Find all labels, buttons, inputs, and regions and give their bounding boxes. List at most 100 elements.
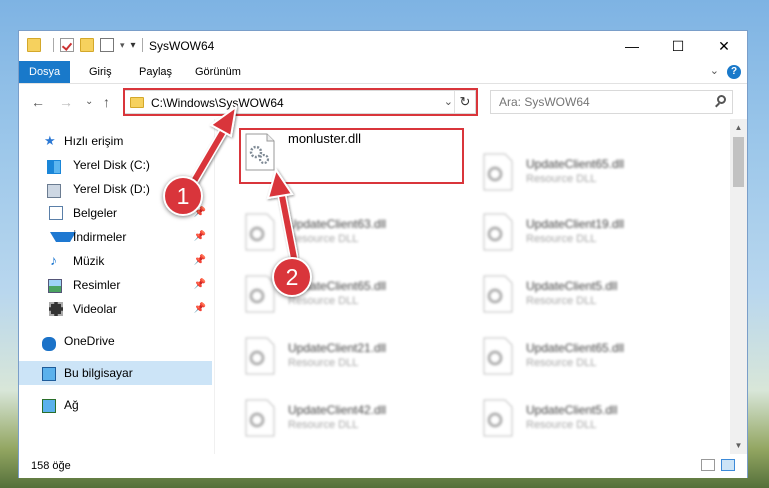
network-icon bbox=[42, 399, 56, 413]
file-item[interactable]: UpdateClient42.dll Resource DLL bbox=[239, 395, 464, 441]
up-arrow-icon[interactable]: ↑ bbox=[103, 94, 110, 110]
folder-icon bbox=[27, 38, 41, 52]
sidebar-item-label: Müzik bbox=[73, 254, 105, 268]
file-name: UpdateClient5.dll bbox=[526, 279, 618, 293]
dll-file-icon bbox=[483, 399, 513, 437]
sidebar-item-label: Hızlı erişim bbox=[64, 134, 124, 148]
search-input[interactable] bbox=[491, 91, 714, 113]
sidebar-item-label: Ağ bbox=[64, 398, 79, 412]
file-type: Resource DLL bbox=[526, 233, 597, 245]
file-name: UpdateClient42.dll bbox=[288, 403, 387, 417]
recent-locations-icon[interactable]: ⌄ bbox=[85, 96, 93, 107]
title-bar: ▾ ▾ SysWOW64 — ☐ ✕ bbox=[19, 31, 747, 61]
dll-file-icon bbox=[483, 213, 513, 251]
file-item[interactable]: UpdateClient65.dll Resource DLL bbox=[477, 149, 702, 195]
navigation-bar: ← → ⌄ ↑ C:\Windows\SysWOW64 ⌄ ↻ bbox=[19, 85, 747, 119]
sidebar-item-pictures[interactable]: Resimler 📌 bbox=[19, 273, 212, 297]
sidebar-item-this-pc[interactable]: Bu bilgisayar bbox=[19, 361, 212, 385]
search-icon[interactable] bbox=[717, 95, 726, 104]
back-arrow-icon[interactable]: ← bbox=[31, 94, 45, 110]
customize-chevron-icon[interactable]: ▾ bbox=[120, 40, 125, 51]
sidebar-item-music[interactable]: ♪ Müzik 📌 bbox=[19, 249, 212, 273]
file-type: Resource DLL bbox=[526, 173, 597, 185]
sidebar-item-label: Yerel Disk (C:) bbox=[73, 158, 150, 172]
scroll-thumb[interactable] bbox=[733, 137, 744, 187]
file-item[interactable]: UpdateClient65.dll Resource DLL bbox=[477, 333, 702, 379]
sidebar-item-videos[interactable]: Videolar 📌 bbox=[19, 297, 212, 321]
separator bbox=[53, 38, 54, 52]
vertical-scrollbar[interactable]: ▲ ▼ bbox=[730, 119, 747, 454]
sidebar-item-label: Resimler bbox=[73, 278, 121, 292]
sidebar-item-quick-access[interactable]: ★ Hızlı erişim bbox=[19, 129, 212, 153]
separator bbox=[141, 38, 143, 52]
scroll-down-icon[interactable]: ▼ bbox=[730, 437, 747, 454]
file-type: Resource DLL bbox=[288, 233, 359, 245]
document-icon bbox=[49, 206, 63, 220]
dll-file-icon bbox=[483, 337, 513, 375]
search-box[interactable] bbox=[490, 90, 733, 114]
close-button[interactable]: ✕ bbox=[701, 31, 747, 61]
ribbon-expand-icon[interactable]: ⌄ bbox=[710, 64, 719, 77]
dll-file-icon bbox=[483, 153, 513, 191]
tab-dosya[interactable]: Dosya bbox=[19, 61, 71, 83]
file-type: Resource DLL bbox=[288, 419, 359, 431]
sidebar-item-downloads[interactable]: İndirmeler 📌 bbox=[19, 225, 212, 249]
file-name: UpdateClient21.dll bbox=[288, 341, 387, 355]
pin-icon[interactable]: 📌 bbox=[194, 303, 206, 314]
file-item[interactable]: UpdateClient19.dll Resource DLL bbox=[477, 209, 702, 255]
sidebar-item-label: Bu bilgisayar bbox=[64, 366, 133, 380]
file-name: UpdateClient5.dll bbox=[526, 403, 618, 417]
status-bar: 158 öğe bbox=[19, 454, 747, 478]
file-name: UpdateClient63.dll bbox=[288, 217, 387, 231]
file-type: Resource DLL bbox=[526, 357, 597, 369]
video-icon bbox=[49, 302, 63, 316]
tab-paylas[interactable]: Paylaş bbox=[129, 61, 182, 83]
file-item[interactable]: UpdateClient21.dll Resource DLL bbox=[239, 333, 464, 379]
details-view-icon[interactable] bbox=[701, 459, 715, 471]
file-item[interactable]: UpdateClient5.dll Resource DLL bbox=[477, 271, 702, 317]
sidebar-item-network[interactable]: Ağ bbox=[19, 393, 212, 417]
minimize-button[interactable]: — bbox=[609, 31, 655, 61]
file-name: UpdateClient19.dll bbox=[526, 217, 625, 231]
window-title: SysWOW64 bbox=[149, 39, 215, 53]
maximize-button[interactable]: ☐ bbox=[655, 31, 701, 61]
large-icons-view-icon[interactable] bbox=[721, 459, 735, 471]
forward-arrow-icon[interactable]: → bbox=[59, 94, 73, 110]
drive-icon bbox=[47, 160, 61, 174]
callout-badge-1: 1 bbox=[163, 176, 203, 216]
dll-file-icon bbox=[245, 337, 275, 375]
scroll-up-icon[interactable]: ▲ bbox=[730, 119, 747, 136]
pin-icon[interactable]: 📌 bbox=[194, 231, 206, 242]
sidebar-item-label: Yerel Disk (D:) bbox=[73, 182, 150, 196]
tab-giris[interactable]: Giriş bbox=[79, 61, 122, 83]
sidebar-item-label: Belgeler bbox=[73, 206, 118, 220]
address-highlight-box bbox=[123, 88, 478, 116]
properties-icon[interactable] bbox=[100, 38, 114, 52]
dll-file-icon bbox=[245, 213, 275, 251]
sidebar-item-label: İndirmeler bbox=[73, 230, 127, 244]
dropdown-icon[interactable]: ▾ bbox=[131, 40, 136, 51]
ribbon-tabs: Dosya Giriş Paylaş Görünüm ⌄ ? bbox=[19, 61, 747, 84]
music-icon: ♪ bbox=[50, 252, 57, 268]
pin-icon[interactable]: 📌 bbox=[194, 255, 206, 266]
file-type: Resource DLL bbox=[288, 357, 359, 369]
callout-badge-2: 2 bbox=[272, 257, 312, 297]
dll-file-icon bbox=[245, 399, 275, 437]
cloud-icon bbox=[42, 337, 56, 351]
file-item[interactable]: UpdateClient63.dll Resource DLL bbox=[239, 209, 464, 255]
pictures-icon bbox=[48, 279, 62, 293]
pin-icon[interactable]: 📌 bbox=[194, 279, 206, 290]
help-button[interactable]: ? bbox=[727, 65, 741, 79]
sidebar-item-label: Videolar bbox=[73, 302, 117, 316]
tab-gorunum[interactable]: Görünüm bbox=[185, 61, 251, 83]
properties-check-icon[interactable] bbox=[60, 38, 74, 52]
sidebar-item-onedrive[interactable]: OneDrive bbox=[19, 329, 212, 353]
computer-icon bbox=[42, 367, 56, 381]
new-folder-icon[interactable] bbox=[80, 38, 94, 52]
file-name: UpdateClient65.dll bbox=[526, 157, 625, 171]
star-icon: ★ bbox=[44, 133, 56, 148]
file-type: Resource DLL bbox=[288, 295, 359, 307]
sidebar-item-disk-c[interactable]: Yerel Disk (C:) bbox=[19, 153, 212, 177]
file-type: Resource DLL bbox=[526, 295, 597, 307]
file-item[interactable]: UpdateClient5.dll Resource DLL bbox=[477, 395, 702, 441]
